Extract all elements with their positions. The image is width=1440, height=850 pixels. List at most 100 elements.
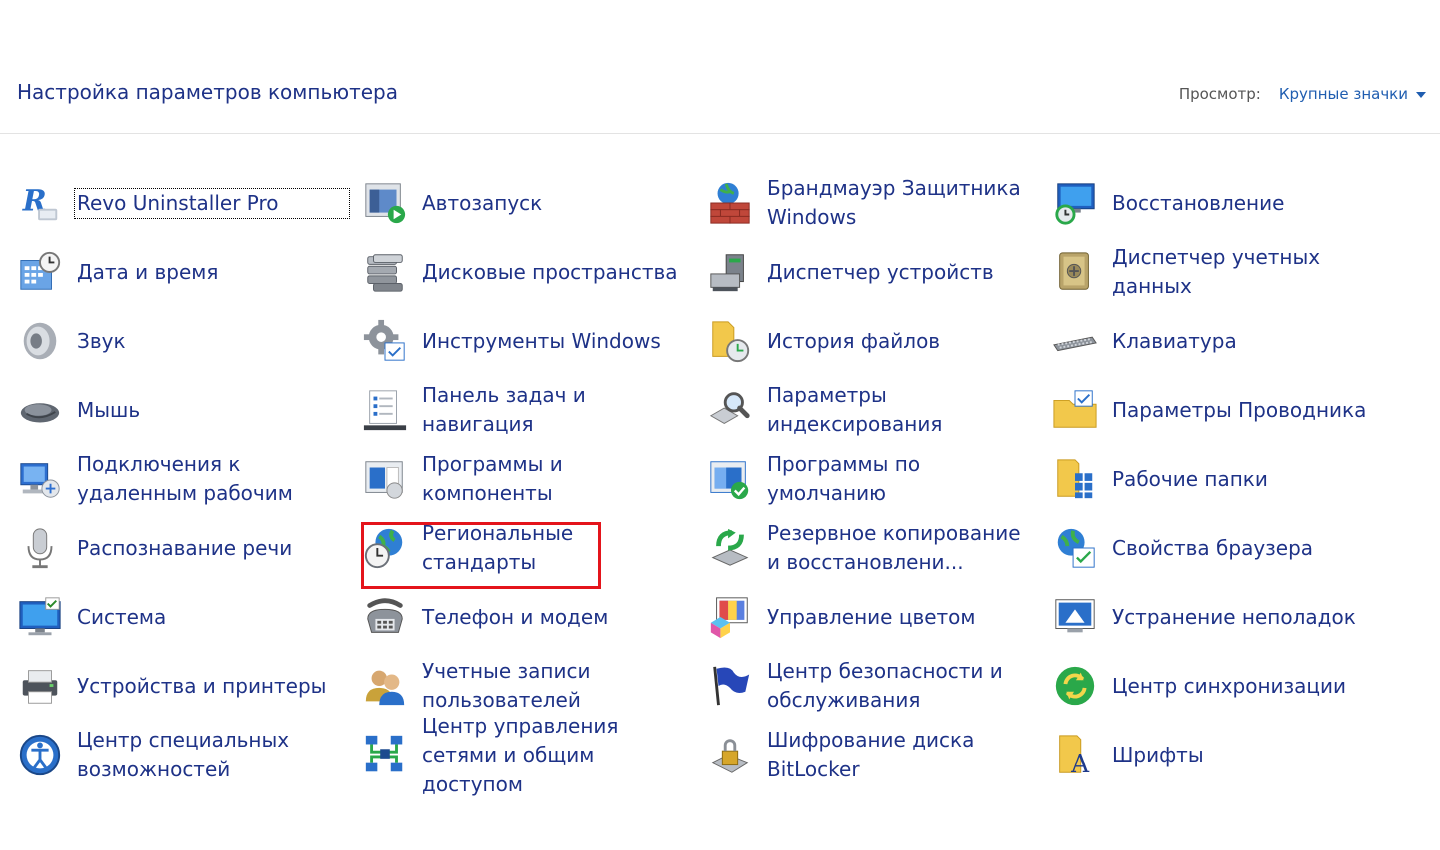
- control-panel-item-label: Система: [77, 604, 167, 629]
- control-panel-item-phone[interactable]: Телефон и модем: [361, 586, 696, 648]
- accessibility-icon: [16, 731, 64, 779]
- control-panel-item-label: Диспетчер устройств: [767, 259, 994, 284]
- control-panel-item-autoplay[interactable]: Автозапуск: [361, 172, 696, 234]
- control-panel-items: R Revo Uninstaller Pro Дата и время Звук Мыш…: [0, 134, 1440, 850]
- control-panel-item-label: Подключения к удаленным рабочим: [77, 452, 293, 505]
- flag-icon: [706, 662, 754, 710]
- folder-options-icon: [1051, 386, 1099, 434]
- remote-desktop-icon: [16, 455, 64, 503]
- control-panel-item-color[interactable]: Управление цветом: [706, 586, 1041, 648]
- credential-safe-icon: [1051, 248, 1099, 296]
- control-panel-item-label: Центр синхронизации: [1112, 673, 1347, 698]
- control-panel-item-remote[interactable]: Подключения к удаленным рабочим: [16, 448, 351, 510]
- control-panel-item-sync[interactable]: Центр синхронизации: [1051, 655, 1386, 717]
- control-panel-item-label: Дисковые пространства: [422, 259, 678, 284]
- default-programs-icon: [706, 455, 754, 503]
- keyboard-icon: [1051, 317, 1099, 365]
- control-panel-item-label: Revo Uninstaller Pro: [74, 187, 350, 219]
- control-panel-item-network[interactable]: Центр управления сетями и общим доступом: [361, 714, 696, 796]
- control-panel-item-browser[interactable]: Свойства браузера: [1051, 517, 1386, 579]
- svg-text:A: A: [1070, 749, 1090, 778]
- control-panel-item-label: Рабочие папки: [1112, 466, 1268, 491]
- indexing-icon: [706, 386, 754, 434]
- control-panel-item-label: Свойства браузера: [1112, 535, 1314, 560]
- view-by-label: Просмотр:: [1178, 85, 1261, 103]
- chevron-down-icon: [1416, 92, 1426, 98]
- color-management-icon: [706, 593, 754, 641]
- firewall-icon: [706, 179, 754, 227]
- work-folders-icon: [1051, 455, 1099, 503]
- control-panel-item-sound[interactable]: Звук: [16, 310, 351, 372]
- autoplay-icon: [361, 179, 409, 227]
- device-manager-icon: [706, 248, 754, 296]
- control-panel-item-system[interactable]: Система: [16, 586, 351, 648]
- calendar-clock-icon: [16, 248, 64, 296]
- control-panel-item-region[interactable]: Региональные стандарты: [361, 517, 696, 579]
- control-panel-item-programs[interactable]: Программы и компоненты: [361, 448, 696, 510]
- control-panel-item-defaults[interactable]: Программы по умолчанию: [706, 448, 1041, 510]
- sync-icon: [1051, 662, 1099, 710]
- mouse-icon: [16, 386, 64, 434]
- control-panel-item-backup[interactable]: Резервное копирование и восстановлени...: [706, 517, 1041, 579]
- control-panel-item-indexing[interactable]: Параметры индексирования: [706, 379, 1041, 441]
- control-panel-item-revo[interactable]: R Revo Uninstaller Pro: [16, 172, 351, 234]
- control-panel-item-access[interactable]: Центр специальных возможностей: [16, 724, 351, 786]
- control-panel-item-taskbar[interactable]: Панель задач и навигация: [361, 379, 696, 441]
- control-panel-item-label: Клавиатура: [1112, 328, 1237, 353]
- view-by-value: Крупные значки: [1278, 85, 1408, 103]
- control-panel-item-firewall[interactable]: Брандмауэр Защитника Windows: [706, 172, 1041, 234]
- globe-clock-icon: [361, 524, 409, 572]
- control-panel-item-devmgr[interactable]: Диспетчер устройств: [706, 241, 1041, 303]
- control-panel-item-label: Центр управления сетями и общим доступом: [422, 713, 619, 796]
- control-panel-item-label: Инструменты Windows: [422, 328, 661, 353]
- control-panel-item-label: Резервное копирование и восстановлени...: [767, 521, 1021, 574]
- backup-icon: [706, 524, 754, 572]
- control-panel-item-recovery[interactable]: Восстановление: [1051, 172, 1386, 234]
- control-panel-item-tools[interactable]: Инструменты Windows: [361, 310, 696, 372]
- control-panel-item-label: Автозапуск: [422, 190, 543, 215]
- phone-icon: [361, 593, 409, 641]
- control-panel-item-label: История файлов: [767, 328, 941, 353]
- control-panel-item-security[interactable]: Центр безопасности и обслуживания: [706, 655, 1041, 717]
- recovery-icon: [1051, 179, 1099, 227]
- network-icon: [361, 731, 409, 779]
- view-by-dropdown[interactable]: Крупные значки: [1279, 85, 1426, 103]
- control-panel-item-label: Мышь: [77, 397, 141, 422]
- internet-options-icon: [1051, 524, 1099, 572]
- users-icon: [361, 662, 409, 710]
- control-panel-item-datetime[interactable]: Дата и время: [16, 241, 351, 303]
- taskbar-icon: [361, 386, 409, 434]
- control-panel-item-label: Распознавание речи: [77, 535, 293, 560]
- control-panel-item-storage[interactable]: Дисковые пространства: [361, 241, 696, 303]
- control-panel-item-label: Параметры индексирования: [767, 383, 943, 436]
- control-panel-item-history[interactable]: История файлов: [706, 310, 1041, 372]
- control-panel-item-workfolders[interactable]: Рабочие папки: [1051, 448, 1386, 510]
- control-panel-item-troubleshoot[interactable]: Устранение неполадок: [1051, 586, 1386, 648]
- control-panel-item-devices[interactable]: Устройства и принтеры: [16, 655, 351, 717]
- control-panel-item-fonts[interactable]: A Шрифты: [1051, 724, 1386, 786]
- control-panel-item-label: Телефон и модем: [422, 604, 609, 629]
- control-panel-item-explorer[interactable]: Параметры Проводника: [1051, 379, 1386, 441]
- control-panel-item-credentials[interactable]: Диспетчер учетных данных: [1051, 241, 1386, 303]
- control-panel-item-label: Восстановление: [1112, 190, 1285, 215]
- system-monitor-icon: [16, 593, 64, 641]
- storage-spaces-icon: [361, 248, 409, 296]
- file-history-icon: [706, 317, 754, 365]
- control-panel-item-keyboard[interactable]: Клавиатура: [1051, 310, 1386, 372]
- control-panel-item-label: Устранение неполадок: [1112, 604, 1356, 629]
- control-panel-item-bitlocker[interactable]: Шифрование диска BitLocker: [706, 724, 1041, 786]
- control-panel-item-label: Программы и компоненты: [422, 452, 563, 505]
- revo-uninstaller-icon: R: [16, 179, 64, 227]
- control-panel-item-users[interactable]: Учетные записи пользователей: [361, 655, 696, 717]
- control-panel-item-label: Панель задач и навигация: [422, 383, 586, 436]
- control-panel-item-label: Дата и время: [77, 259, 219, 284]
- microphone-icon: [16, 524, 64, 572]
- troubleshooting-icon: [1051, 593, 1099, 641]
- control-panel-item-mouse[interactable]: Мышь: [16, 379, 351, 441]
- printer-icon: [16, 662, 64, 710]
- control-panel-item-label: Управление цветом: [767, 604, 976, 629]
- control-panel-item-label: Шрифты: [1112, 742, 1204, 767]
- control-panel-item-label: Брандмауэр Защитника Windows: [767, 176, 1021, 229]
- control-panel-item-label: Региональные стандарты: [422, 521, 574, 574]
- control-panel-item-speech[interactable]: Распознавание речи: [16, 517, 351, 579]
